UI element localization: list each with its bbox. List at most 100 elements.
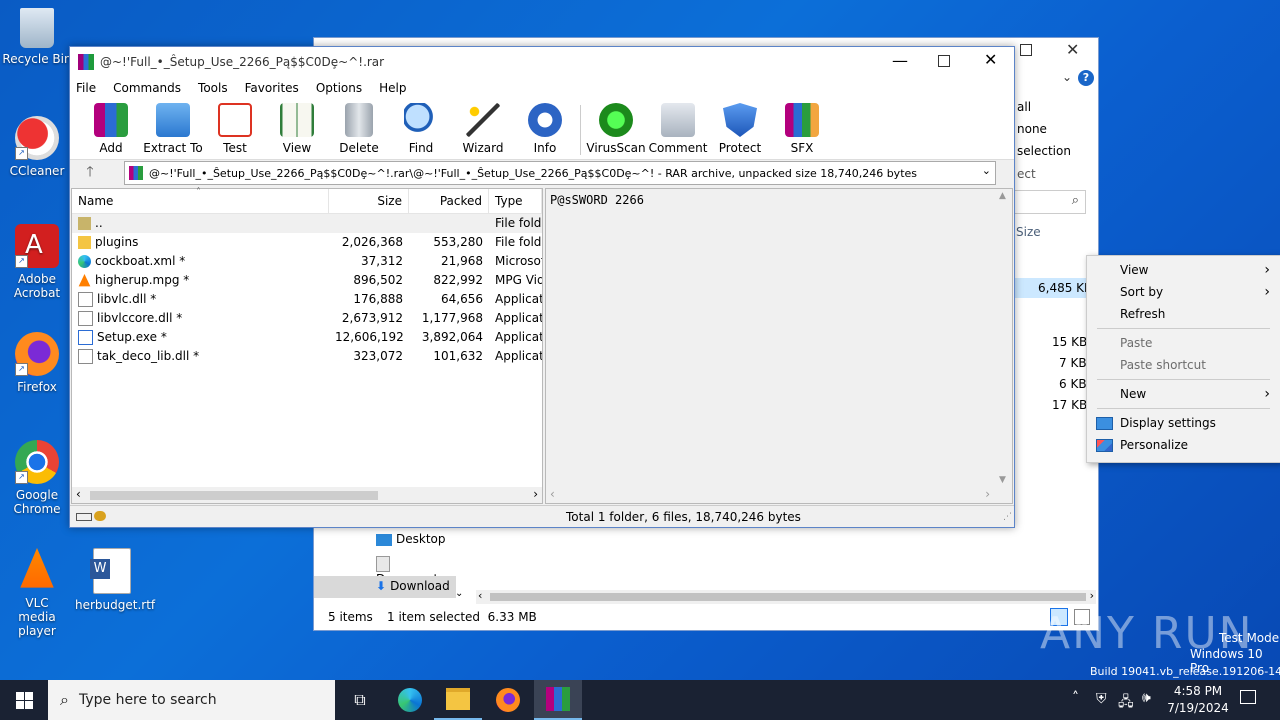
winrar-window[interactable]: @~!'Full_•_Ŝetup_Use_2266_Ρą$$C0Dȩ~^!.ra… <box>69 46 1015 528</box>
notification-icon[interactable] <box>1240 690 1256 704</box>
view-button[interactable]: View <box>270 103 324 159</box>
add-button[interactable]: Add <box>84 103 138 159</box>
context-sort-by[interactable]: Sort by › <box>1087 281 1280 303</box>
extract-to-button[interactable]: Extract To <box>143 103 203 159</box>
recycle-bin-icon <box>20 8 54 48</box>
context-refresh[interactable]: Refresh <box>1087 303 1280 325</box>
status-bar: Total 1 folder, 6 files, 18,740,246 byte… <box>70 505 1014 528</box>
taskbar-edge[interactable] <box>386 680 434 720</box>
nav-item-downloads[interactable]: ⬇ Download <box>314 576 456 598</box>
nav-scroll-down-icon[interactable]: ⌄ <box>455 588 463 599</box>
size-column-header[interactable]: Size <box>1016 225 1041 239</box>
window-title: @~!'Full_•_Ŝetup_Use_2266_Ρą$$C0Dȩ~^!.ra… <box>100 55 385 69</box>
chevron-down-icon[interactable]: ⌄ <box>982 164 991 177</box>
desktop-icon-vlc[interactable]: VLC media player <box>0 548 74 638</box>
file-packed: 3,892,064 <box>421 330 483 344</box>
context-display-settings[interactable]: Display settings <box>1087 412 1280 434</box>
context-new[interactable]: New › <box>1087 383 1280 405</box>
minimize-button[interactable]: — <box>892 51 908 70</box>
menu-options[interactable]: Options <box>316 81 362 95</box>
comment-panel[interactable]: P@sSWORD 2266 ▲ ▼ ‹ › <box>545 188 1013 504</box>
menu-bar: File Commands Tools Favorites Options He… <box>70 77 1014 99</box>
file-list-panel[interactable]: Name Size Packed Type ˄ ..File foldeplug… <box>71 187 543 504</box>
taskbar-firefox[interactable] <box>484 680 532 720</box>
taskbar-file-explorer[interactable] <box>434 680 482 720</box>
explorer-maximize-button[interactable] <box>1020 44 1032 56</box>
file-row[interactable]: tak_deco_lib.dll * 323,072 101,632 Applicat… <box>72 347 542 366</box>
menu-tools[interactable]: Tools <box>198 81 228 95</box>
column-header-size[interactable]: Size <box>329 189 409 213</box>
toolbar: Add Extract To Test View Delete Find Wiz… <box>70 99 1014 160</box>
find-button[interactable]: Find <box>394 103 448 159</box>
delete-button[interactable]: Delete <box>332 103 386 159</box>
menu-commands[interactable]: Commands <box>113 81 181 95</box>
file-row[interactable]: plugins 2,026,368 553,280 File folde <box>72 233 542 252</box>
help-icon[interactable]: ? <box>1078 70 1094 86</box>
desktop-icon-ccleaner[interactable]: ↗ CCleaner <box>0 116 74 178</box>
context-view[interactable]: View › <box>1087 259 1280 281</box>
desktop-icon-herbudget[interactable]: W herbudget.rtf <box>75 548 155 612</box>
file-row[interactable]: Setup.exe * 12,606,192 3,892,064 Applicati <box>72 328 542 347</box>
file-row[interactable]: libvlccore.dll * 2,673,912 1,177,968 Applic… <box>72 309 542 328</box>
context-paste[interactable]: Paste <box>1087 332 1280 354</box>
desktop-icon-adobe-acrobat[interactable]: A ↗ Adobe Acrobat <box>0 224 74 300</box>
desktop-icon-google-chrome[interactable]: ↗ Google Chrome <box>0 440 74 516</box>
info-button[interactable]: Info <box>518 103 572 159</box>
column-header-packed[interactable]: Packed <box>409 189 489 213</box>
nav-item-desktop[interactable]: Desktop <box>376 532 446 546</box>
explorer-horizontal-scrollbar[interactable]: ‹ › <box>476 589 1096 604</box>
file-row[interactable]: .. File folde <box>72 214 542 233</box>
start-button[interactable] <box>0 680 48 720</box>
shield-icon <box>723 103 757 137</box>
invert-selection-option[interactable]: selection <box>1017 144 1071 158</box>
explorer-close-button[interactable]: ✕ <box>1066 40 1079 59</box>
security-tray-icon[interactable]: ⛨ <box>1096 691 1107 707</box>
volume-icon[interactable]: 🕪 <box>1142 690 1151 706</box>
select-all-option[interactable]: all <box>1017 100 1031 114</box>
file-name: .. <box>95 216 103 230</box>
protect-button[interactable]: Protect <box>713 103 767 159</box>
taskbar-winrar[interactable] <box>534 680 582 720</box>
file-packed: 64,656 <box>441 292 483 306</box>
context-personalize[interactable]: Personalize <box>1087 434 1280 456</box>
menu-favorites[interactable]: Favorites <box>245 81 299 95</box>
column-header-type[interactable]: Type <box>489 189 542 213</box>
explorer-search-box[interactable]: ⌕ <box>1014 190 1086 214</box>
ribbon-collapse-icon[interactable]: ⌄ <box>1062 70 1072 84</box>
menu-help[interactable]: Help <box>379 81 406 95</box>
network-icon[interactable]: 🖧 <box>1118 691 1134 715</box>
dll-icon <box>78 292 93 307</box>
shortcut-arrow-icon: ↗ <box>15 471 28 484</box>
file-row[interactable]: libvlc.dll * 176,888 64,656 Applicati <box>72 290 542 309</box>
dll-icon <box>78 311 93 326</box>
file-row[interactable]: higherup.mpg * 896,502 822,992 MPG Vid <box>72 271 542 290</box>
show-hidden-icons-chevron-icon[interactable]: ˄ <box>1072 690 1079 706</box>
info-icon <box>528 103 562 137</box>
context-paste-shortcut[interactable]: Paste shortcut <box>1087 354 1280 376</box>
task-view-button[interactable]: ⧉ <box>336 680 384 720</box>
desktop-icon-label: VLC media player <box>18 596 56 638</box>
menu-file[interactable]: File <box>76 81 96 95</box>
file-row[interactable]: cockboat.xml * 37,312 21,968 Microsof <box>72 252 542 271</box>
virusscan-button[interactable]: VirusScan <box>586 103 646 159</box>
documents-icon <box>376 556 390 572</box>
clock[interactable]: 4:58 PM 7/19/2024 <box>1166 683 1230 717</box>
test-button[interactable]: Test <box>208 103 262 159</box>
comment-button[interactable]: Comment <box>649 103 707 159</box>
sfx-button[interactable]: SFX <box>775 103 829 159</box>
winrar-title-bar[interactable]: @~!'Full_•_Ŝetup_Use_2266_Ρą$$C0Dȩ~^!.ra… <box>70 47 1014 77</box>
select-none-option[interactable]: none <box>1017 122 1047 136</box>
up-arrow-icon[interactable]: 🡑 <box>70 161 110 185</box>
file-type: File folde <box>495 235 542 249</box>
desktop-icon-firefox[interactable]: ↗ Firefox <box>0 332 74 394</box>
comment-horizontal-scrollbar[interactable]: ‹ › <box>546 487 996 503</box>
wizard-button[interactable]: Wizard <box>456 103 510 159</box>
resize-grip-icon[interactable]: ⋰ <box>1003 512 1012 522</box>
archive-path-field[interactable]: @~!'Full_•_Ŝetup_Use_2266_Ρą$$C0Dȩ~^!.ra… <box>124 161 996 185</box>
maximize-button[interactable] <box>938 55 950 67</box>
file-list-horizontal-scrollbar[interactable]: ‹ › <box>72 487 542 503</box>
comment-vertical-scrollbar[interactable]: ▲ ▼ <box>996 189 1012 487</box>
desktop-icon-recycle-bin[interactable]: Recycle Bin <box>0 8 74 66</box>
taskbar-search-box[interactable]: ⌕ Type here to search <box>48 680 335 720</box>
close-button[interactable]: ✕ <box>984 50 997 69</box>
